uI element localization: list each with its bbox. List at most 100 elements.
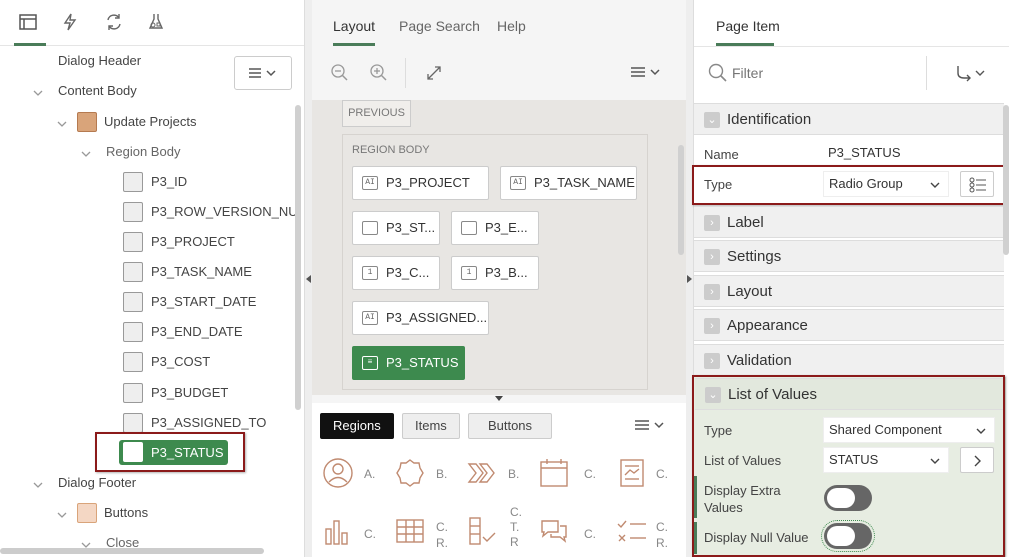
name-field[interactable]: P3_STATUS: [823, 141, 995, 167]
canvas-item-status[interactable]: ≡ P3_STATUS: [352, 346, 465, 380]
canvas-item-budget[interactable]: 1 P3_B...: [451, 256, 539, 290]
chevron-down-icon[interactable]: [33, 86, 43, 96]
section-validation[interactable]: › Validation: [694, 344, 1004, 376]
tree-hscrollbar[interactable]: [0, 548, 264, 554]
gallery-tab-buttons[interactable]: Buttons: [468, 413, 552, 439]
tree-item[interactable]: P3_END_DATE: [151, 320, 243, 344]
go-to-group-icon[interactable]: [956, 63, 990, 86]
filter-input[interactable]: [732, 60, 912, 86]
tree-item[interactable]: P3_COST: [151, 350, 210, 374]
tree-report-icon[interactable]: [466, 515, 500, 549]
tree-scrollbar[interactable]: [295, 105, 301, 410]
content-row-icon[interactable]: [616, 515, 650, 549]
gallery-label: B.: [436, 467, 448, 481]
tree-item-selected[interactable]: P3_STATUS: [119, 440, 228, 465]
tree-node-dialog-header[interactable]: Dialog Header: [58, 49, 141, 73]
tree-item[interactable]: P3_PROJECT: [151, 230, 235, 254]
canvas-item-project[interactable]: AI P3_PROJECT: [352, 166, 489, 200]
canvas-item-assigned-to[interactable]: AI P3_ASSIGNED...: [352, 301, 489, 335]
tree-item[interactable]: P3_ROW_VERSION_NUM: [151, 200, 301, 224]
processing-icon[interactable]: [104, 12, 128, 36]
collapse-gallery-icon[interactable]: [495, 396, 503, 402]
gallery-label: C.: [584, 467, 596, 481]
tab-layout[interactable]: Layout: [333, 18, 376, 46]
left-splitter[interactable]: [305, 0, 312, 557]
lov-type-label: Type: [704, 423, 733, 438]
chart-region-icon[interactable]: [322, 515, 356, 549]
lov-select[interactable]: STATUS: [823, 447, 949, 473]
chevron-down-icon[interactable]: [57, 117, 67, 127]
zoom-out-icon[interactable]: [330, 63, 350, 86]
chevron-down-icon: ⌄: [704, 112, 720, 128]
tab-page-item[interactable]: Page Item: [716, 18, 780, 34]
rendering-tree-icon[interactable]: [14, 12, 46, 46]
section-settings[interactable]: › Settings: [694, 240, 1004, 272]
section-appearance[interactable]: › Appearance: [694, 309, 1004, 341]
search-icon: [708, 63, 728, 86]
property-scrollbar[interactable]: [1003, 105, 1009, 255]
shared-components-icon[interactable]: [146, 12, 170, 36]
radio-group-icon: ≡: [362, 356, 378, 370]
radio-group-icon: [123, 442, 143, 462]
tree-item[interactable]: P3_TASK_NAME: [151, 260, 252, 284]
gallery-menu-icon[interactable]: [635, 419, 667, 436]
badge-region-icon[interactable]: [394, 457, 428, 491]
section-layout[interactable]: › Layout: [694, 275, 1004, 307]
type-select[interactable]: Radio Group: [823, 171, 949, 197]
chevron-down-icon: [930, 458, 940, 464]
lov-go-button[interactable]: [960, 447, 994, 473]
section-identification[interactable]: ⌄ Identification: [694, 103, 1004, 135]
number-field-icon: 1: [461, 266, 477, 280]
tree-item[interactable]: P3_ID: [151, 170, 187, 194]
comments-region-icon[interactable]: [538, 515, 572, 549]
tree-item[interactable]: P3_BUDGET: [151, 381, 228, 405]
section-list-of-values[interactable]: ⌄ List of Values: [695, 378, 1003, 410]
tree-node-region-body[interactable]: Region Body: [106, 140, 180, 164]
breadcrumb-region-icon[interactable]: [466, 457, 500, 491]
chevron-down-icon[interactable]: [33, 478, 43, 488]
layout-canvas[interactable]: PREVIOUS REGION BODY AI P3_PROJECT AI P3_T…: [312, 100, 686, 395]
tab-page-search[interactable]: Page Search: [399, 18, 480, 34]
calendar-region-icon[interactable]: [538, 457, 572, 491]
chevron-down-icon[interactable]: [81, 538, 91, 548]
toolbar-divider: [926, 56, 927, 90]
previous-position[interactable]: PREVIOUS: [342, 100, 411, 127]
layout-menu-icon[interactable]: [631, 66, 663, 83]
card-region-icon[interactable]: [616, 457, 650, 491]
classic-report-icon[interactable]: [394, 515, 428, 549]
dynamic-actions-icon[interactable]: [60, 12, 84, 36]
tree-node-update-projects[interactable]: Update Projects: [104, 110, 197, 134]
number-field-icon: 1: [362, 266, 378, 280]
tab-help[interactable]: Help: [497, 18, 526, 34]
tree-item[interactable]: P3_START_DATE: [151, 290, 256, 314]
tree-node-dialog-footer[interactable]: Dialog Footer: [58, 471, 136, 495]
avatar-region-icon[interactable]: [322, 457, 356, 491]
display-null-value-toggle[interactable]: [824, 523, 872, 549]
canvas-item-end-date[interactable]: P3_E...: [451, 211, 539, 245]
gallery-tab-items[interactable]: Items: [402, 413, 460, 439]
gallery-label: C. R.: [436, 520, 448, 550]
section-label[interactable]: › Label: [694, 206, 1004, 238]
modified-indicator: [694, 522, 697, 554]
chevron-down-icon[interactable]: [81, 147, 91, 157]
canvas-item-task-name[interactable]: AI P3_TASK_NAME: [500, 166, 637, 200]
tree-node-buttons[interactable]: Buttons: [104, 501, 148, 525]
lov-label: List of Values: [704, 453, 782, 468]
type-options-button[interactable]: [960, 171, 994, 197]
canvas-scrollbar[interactable]: [678, 145, 684, 255]
chevron-down-icon[interactable]: [57, 508, 67, 518]
lov-type-select[interactable]: Shared Component: [823, 417, 995, 443]
chevron-right-icon: ›: [704, 249, 720, 265]
zoom-in-icon[interactable]: [369, 63, 389, 86]
chevron-right-icon: [974, 455, 981, 467]
number-field-icon: [123, 383, 143, 403]
gallery-tab-regions[interactable]: Regions: [320, 413, 394, 439]
canvas-item-cost[interactable]: 1 P3_C...: [352, 256, 440, 290]
display-extra-values-toggle[interactable]: [824, 485, 872, 511]
canvas-item-start-date[interactable]: P3_ST...: [352, 211, 440, 245]
hidden-item-icon: [123, 202, 143, 222]
region-body-label: REGION BODY: [352, 144, 430, 156]
tree-node-content-body[interactable]: Content Body: [58, 79, 137, 103]
tree-menu-button[interactable]: [234, 56, 292, 90]
expand-icon[interactable]: [424, 63, 444, 86]
